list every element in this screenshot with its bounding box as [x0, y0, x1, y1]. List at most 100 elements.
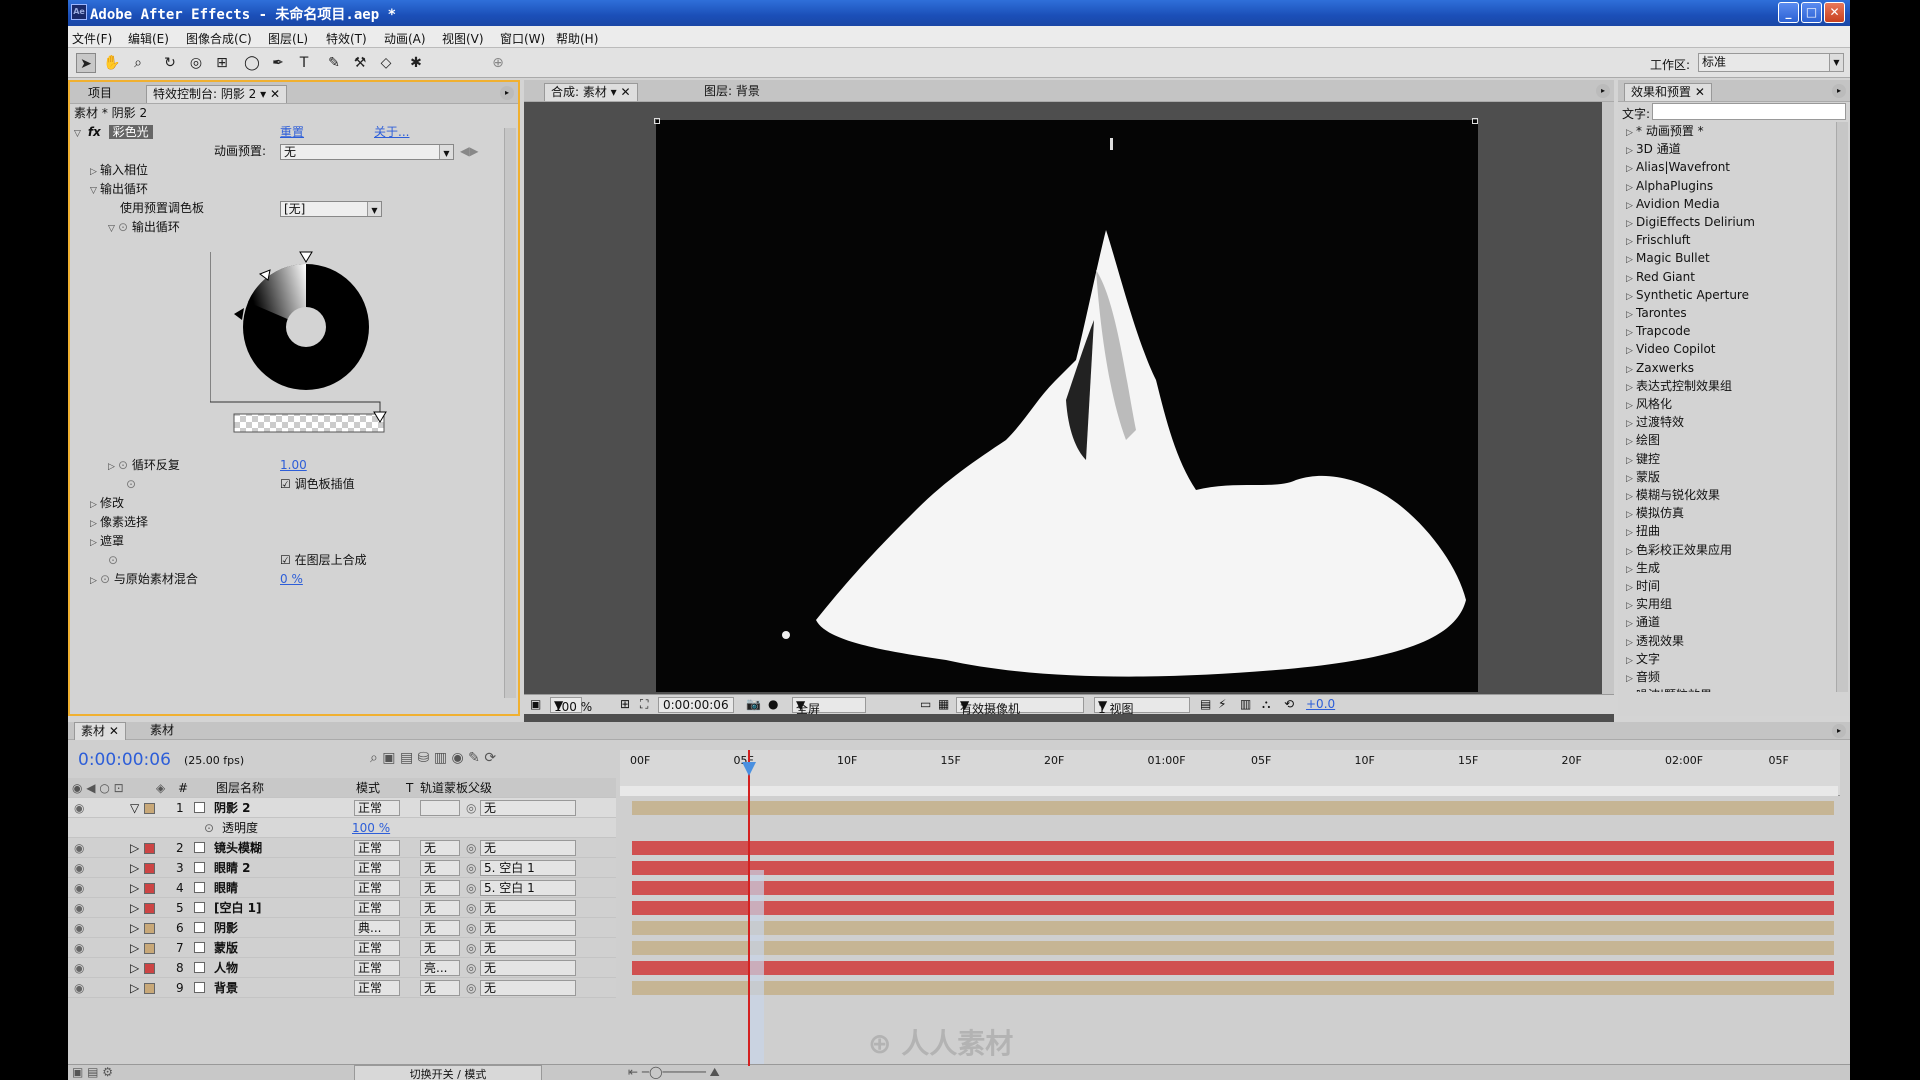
- eraser-tool-icon[interactable]: ◇: [376, 53, 396, 73]
- layer-duration-bar[interactable]: [632, 901, 1834, 915]
- camera-select[interactable]: 有效摄像机 ▼: [956, 697, 1084, 716]
- fx-category[interactable]: ▷ 色彩校正效果应用: [1626, 541, 1732, 559]
- eye-icon[interactable]: ◉: [74, 798, 84, 818]
- effect-panel-scrollbar[interactable]: [504, 128, 516, 698]
- eye-icon[interactable]: ◉: [74, 898, 84, 918]
- layer-trkmat-select[interactable]: 无: [420, 880, 460, 896]
- pickwhip-icon[interactable]: ◎: [466, 858, 476, 878]
- pickwhip-icon[interactable]: ◎: [466, 978, 476, 998]
- transparency-grid-icon[interactable]: ▦: [938, 697, 949, 711]
- modify-row[interactable]: ▷ 修改: [70, 494, 518, 513]
- fx-category[interactable]: ▷ Red Giant: [1626, 268, 1695, 286]
- eye-icon[interactable]: ◉: [74, 878, 84, 898]
- monitor-icon[interactable]: ▣: [530, 697, 541, 711]
- layer-trkmat-select[interactable]: 无: [420, 900, 460, 916]
- layer-row[interactable]: ◉ ▷ 9 背景 正常 无 ◎ 无: [68, 978, 616, 998]
- wheel-marker-top[interactable]: [299, 251, 313, 263]
- cycle-repeat-value[interactable]: 1.00: [280, 456, 307, 475]
- layer-trkmat-select[interactable]: 无: [420, 980, 460, 996]
- fx-category[interactable]: ▷ 通道: [1626, 613, 1660, 631]
- corner-handle[interactable]: [1472, 118, 1478, 124]
- layer-row[interactable]: ◉ ▷ 4 眼睛 正常 无 ◎ 5. 空白 1: [68, 878, 616, 898]
- layer-parent-select[interactable]: 5. 空白 1: [480, 860, 576, 876]
- fx-category[interactable]: ▷ 透视效果: [1626, 632, 1684, 650]
- minimize-button[interactable]: _: [1778, 2, 1799, 23]
- layer-row[interactable]: ◉ ▽ 1 阴影 2 正常 ◎ 无: [68, 798, 616, 818]
- layer-duration-bar[interactable]: [632, 801, 1834, 815]
- fx-category[interactable]: ▷ 实用组: [1626, 595, 1672, 613]
- hand-tool-icon[interactable]: ✋: [102, 53, 122, 73]
- fx-category[interactable]: ▷ 蒙版: [1626, 468, 1660, 486]
- tab-effects-presets[interactable]: 效果和预置 ✕: [1624, 83, 1712, 101]
- layer-mode-select[interactable]: 正常: [354, 960, 400, 976]
- ellipse-tool-icon[interactable]: ◯: [242, 53, 262, 73]
- fx-category[interactable]: ▷ 键控: [1626, 450, 1660, 468]
- stopwatch-icon[interactable]: ⊙: [204, 818, 214, 838]
- brush-tool-icon[interactable]: ✎: [324, 53, 344, 73]
- wheel-marker-left[interactable]: [258, 269, 271, 281]
- pixel-select-row[interactable]: ▷ 像素选择: [70, 513, 518, 532]
- fx-category[interactable]: ▷ Avidion Media: [1626, 195, 1720, 213]
- layer-row[interactable]: ◉ ▷ 2 镜头模糊 正常 无 ◎ 无: [68, 838, 616, 858]
- menu-effect[interactable]: 特效(T): [326, 30, 367, 47]
- zoom-slider-icon[interactable]: ⇤ ─◯────── ⛰: [628, 1065, 720, 1080]
- label-color-swatch[interactable]: [144, 843, 155, 854]
- label-color-swatch[interactable]: [144, 903, 155, 914]
- tab-effect-controls[interactable]: 特效控制台: 阴影 2 ▾ ✕: [146, 85, 288, 103]
- output-cycle-sub-row[interactable]: ▽ ⊙ 输出循环: [70, 218, 518, 237]
- triangle-right-icon[interactable]: ▷: [130, 878, 139, 898]
- layer-name[interactable]: 阴影: [214, 918, 238, 938]
- layer-trkmat-select[interactable]: 无: [420, 860, 460, 876]
- fx-category[interactable]: ▷ 表达式控制效果组: [1626, 377, 1732, 395]
- layer-parent-select[interactable]: 无: [480, 940, 576, 956]
- fx-category[interactable]: ▷ 生成: [1626, 559, 1660, 577]
- fx-category[interactable]: ▷ 3D 通道: [1626, 140, 1681, 158]
- layer-mode-select[interactable]: 正常: [354, 900, 400, 916]
- anim-preset-select[interactable]: 无 ▼: [280, 144, 454, 160]
- menu-file[interactable]: 文件(F): [72, 30, 112, 47]
- layer-parent-select[interactable]: 无: [480, 960, 576, 976]
- menu-composition[interactable]: 图像合成(C): [186, 30, 252, 47]
- eye-icon[interactable]: ◉: [74, 978, 84, 998]
- zoom-tool-icon[interactable]: ⌕: [128, 53, 148, 73]
- layer-mode-select[interactable]: 正常: [354, 840, 400, 856]
- palette-interp-checkbox[interactable]: ☑ 调色板插值: [280, 475, 355, 494]
- clone-stamp-tool-icon[interactable]: ⚒: [350, 53, 370, 73]
- wheel-marker-black[interactable]: [234, 308, 244, 320]
- layer-duration-bar[interactable]: [632, 881, 1834, 895]
- layer-parent-select[interactable]: 5. 空白 1: [480, 880, 576, 896]
- fast-preview-icon[interactable]: ⚡: [1218, 697, 1226, 711]
- tab-layer[interactable]: 图层: 背景: [698, 83, 766, 101]
- roi-icon[interactable]: ▭: [920, 697, 931, 711]
- flowchart-icon[interactable]: ⛬: [1262, 697, 1270, 712]
- text-tool-icon[interactable]: T: [294, 53, 314, 73]
- stopwatch-icon[interactable]: ⊙: [108, 553, 118, 567]
- layer-duration-bar[interactable]: [632, 961, 1834, 975]
- orbit-camera-tool-icon[interactable]: ◎: [186, 53, 206, 73]
- output-cycle-row[interactable]: ▽ 输出循环: [70, 180, 518, 199]
- color-wheel-widget[interactable]: [210, 242, 410, 452]
- layer-name[interactable]: [空白 1]: [214, 898, 262, 918]
- zoom-select[interactable]: 100 % ▼: [550, 697, 592, 714]
- layer-name[interactable]: 蒙版: [214, 938, 238, 958]
- input-phase-row[interactable]: ▷ 输入相位: [70, 161, 518, 180]
- close-button[interactable]: ✕: [1824, 2, 1845, 23]
- layer-trkmat-select[interactable]: 无: [420, 840, 460, 856]
- fx-category[interactable]: ▷ 模糊与锐化效果: [1626, 486, 1720, 504]
- fx-category[interactable]: ▷ Frischluft: [1626, 231, 1690, 249]
- footer-icons[interactable]: ▣ ▤ ⚙: [72, 1065, 113, 1079]
- layer-mode-select[interactable]: 正常: [354, 880, 400, 896]
- tab-composition[interactable]: 合成: 素材 ▾ ✕: [544, 83, 638, 101]
- layer-name[interactable]: 人物: [214, 958, 238, 978]
- fx-category[interactable]: ▷ AlphaPlugins: [1626, 177, 1713, 195]
- fx-category[interactable]: ▷ Trapcode: [1626, 322, 1690, 340]
- layer-row[interactable]: ◉ ▷ 8 人物 正常 亮... ◎ 无: [68, 958, 616, 978]
- eye-icon[interactable]: ◉: [74, 918, 84, 938]
- label-color-swatch[interactable]: [144, 963, 155, 974]
- pickwhip-icon[interactable]: ◎: [466, 838, 476, 858]
- eye-icon[interactable]: ◉: [74, 938, 84, 958]
- effect-name[interactable]: 彩色光: [108, 125, 153, 139]
- layer-name[interactable]: 镜头模糊: [214, 838, 262, 858]
- pen-tool-icon[interactable]: ✒: [268, 53, 288, 73]
- layer-duration-bar[interactable]: [632, 921, 1834, 935]
